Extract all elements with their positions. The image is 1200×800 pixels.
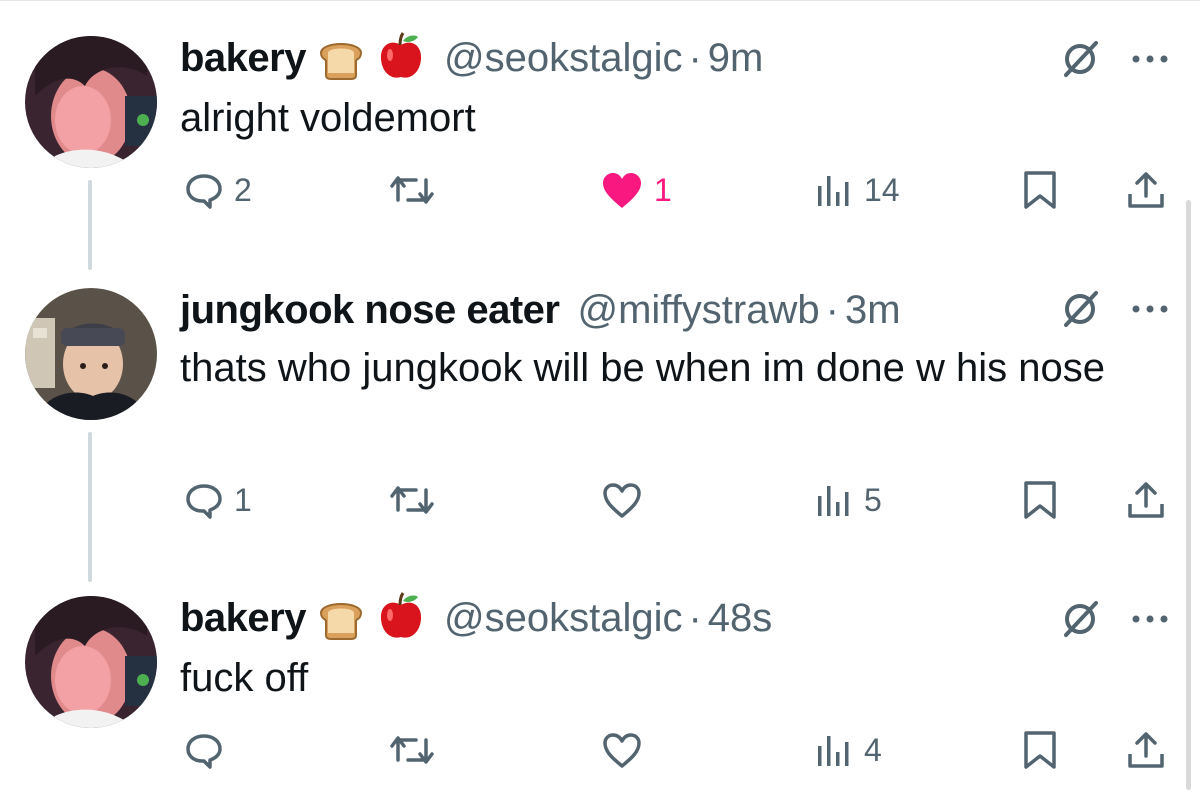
retweet-button[interactable] <box>388 720 446 780</box>
retweet-button[interactable] <box>388 160 446 220</box>
username-handle[interactable]: @miffystrawb <box>577 288 819 333</box>
grok-icon[interactable] <box>1058 37 1102 81</box>
bread-emoji <box>316 591 366 646</box>
tweet-text: alright voldemort <box>180 96 476 140</box>
reply-button[interactable]: 2 <box>184 160 252 220</box>
share-button[interactable] <box>1126 470 1166 530</box>
like-count: 1 <box>654 171 672 208</box>
reply-icon <box>186 484 222 519</box>
avatar[interactable] <box>25 36 157 168</box>
views-button[interactable]: 5 <box>814 470 882 530</box>
view-count: 14 <box>864 171 900 208</box>
timestamp[interactable]: 9m <box>708 36 764 81</box>
tweet-text: thats who jungkook will be when im done … <box>180 346 1105 390</box>
more-options-icon[interactable] <box>1128 287 1172 331</box>
bookmark-icon <box>1024 731 1056 769</box>
username-handle[interactable]: @seokstalgic <box>444 596 682 641</box>
tweet-header: bakery @seokstalgic · 48s <box>180 588 772 648</box>
views-button[interactable]: 4 <box>814 720 882 780</box>
heart-icon <box>603 733 641 768</box>
bookmark-icon <box>1024 171 1056 209</box>
more-options-icon[interactable] <box>1128 37 1172 81</box>
username-handle[interactable]: @seokstalgic <box>444 36 682 81</box>
reply-count: 2 <box>234 171 252 208</box>
display-name[interactable]: bakery <box>180 36 306 81</box>
apple-emoji <box>376 31 426 86</box>
share-button[interactable] <box>1126 160 1166 220</box>
share-button[interactable] <box>1126 720 1166 780</box>
avatar[interactable] <box>25 288 157 420</box>
reply-icon <box>186 174 222 209</box>
display-name[interactable]: bakery <box>180 596 306 641</box>
retweet-icon <box>390 486 434 514</box>
separator-dot: · <box>825 287 839 332</box>
view-count: 5 <box>864 481 882 518</box>
reply-icon <box>186 734 222 769</box>
more-options-icon[interactable] <box>1128 597 1172 641</box>
action-bar: 2 1 14 <box>0 160 1200 220</box>
grok-icon[interactable] <box>1058 597 1102 641</box>
view-count: 4 <box>864 731 882 768</box>
like-button[interactable] <box>600 720 654 780</box>
timestamp[interactable]: 3m <box>845 288 901 333</box>
display-name[interactable]: jungkook nose eater <box>180 288 560 333</box>
share-icon <box>1128 732 1164 768</box>
tweet-text: fuck off <box>180 656 309 700</box>
tweet-header: jungkook nose eater @miffystrawb · 3m <box>180 280 901 340</box>
reply-count: 1 <box>234 481 252 518</box>
action-bar: 4 <box>0 720 1200 780</box>
action-bar: 1 5 <box>0 470 1200 530</box>
bookmark-button[interactable] <box>1022 160 1058 220</box>
views-icon <box>818 486 849 516</box>
timestamp[interactable]: 48s <box>708 596 773 641</box>
separator-dot: · <box>688 595 702 640</box>
tweet-header: bakery @seokstalgic · 9m <box>180 28 763 88</box>
like-button[interactable]: 1 <box>600 160 672 220</box>
bookmark-button[interactable] <box>1022 470 1058 530</box>
retweet-icon <box>390 736 434 764</box>
bread-emoji <box>316 31 366 86</box>
views-button[interactable]: 14 <box>814 160 900 220</box>
share-icon <box>1128 172 1164 208</box>
bookmark-icon <box>1024 481 1056 519</box>
views-icon <box>818 176 849 206</box>
tweet[interactable]: bakery @seokstalgic · 48s fuck off 4 <box>0 570 1200 800</box>
separator-dot: · <box>688 35 702 80</box>
avatar[interactable] <box>25 596 157 728</box>
heart-icon <box>603 483 641 518</box>
retweet-icon <box>390 176 434 204</box>
share-icon <box>1128 482 1164 518</box>
like-button[interactable] <box>600 470 654 530</box>
reply-button[interactable] <box>184 720 234 780</box>
reply-button[interactable]: 1 <box>184 470 252 530</box>
bookmark-button[interactable] <box>1022 720 1058 780</box>
views-icon <box>818 736 849 766</box>
tweet[interactable]: jungkook nose eater @miffystrawb · 3m th… <box>0 250 1200 570</box>
tweet[interactable]: bakery @seokstalgic · 9m alright voldemo… <box>0 0 1200 250</box>
heart-filled-icon <box>603 173 641 208</box>
apple-emoji <box>376 591 426 646</box>
retweet-button[interactable] <box>388 470 446 530</box>
grok-icon[interactable] <box>1058 287 1102 331</box>
